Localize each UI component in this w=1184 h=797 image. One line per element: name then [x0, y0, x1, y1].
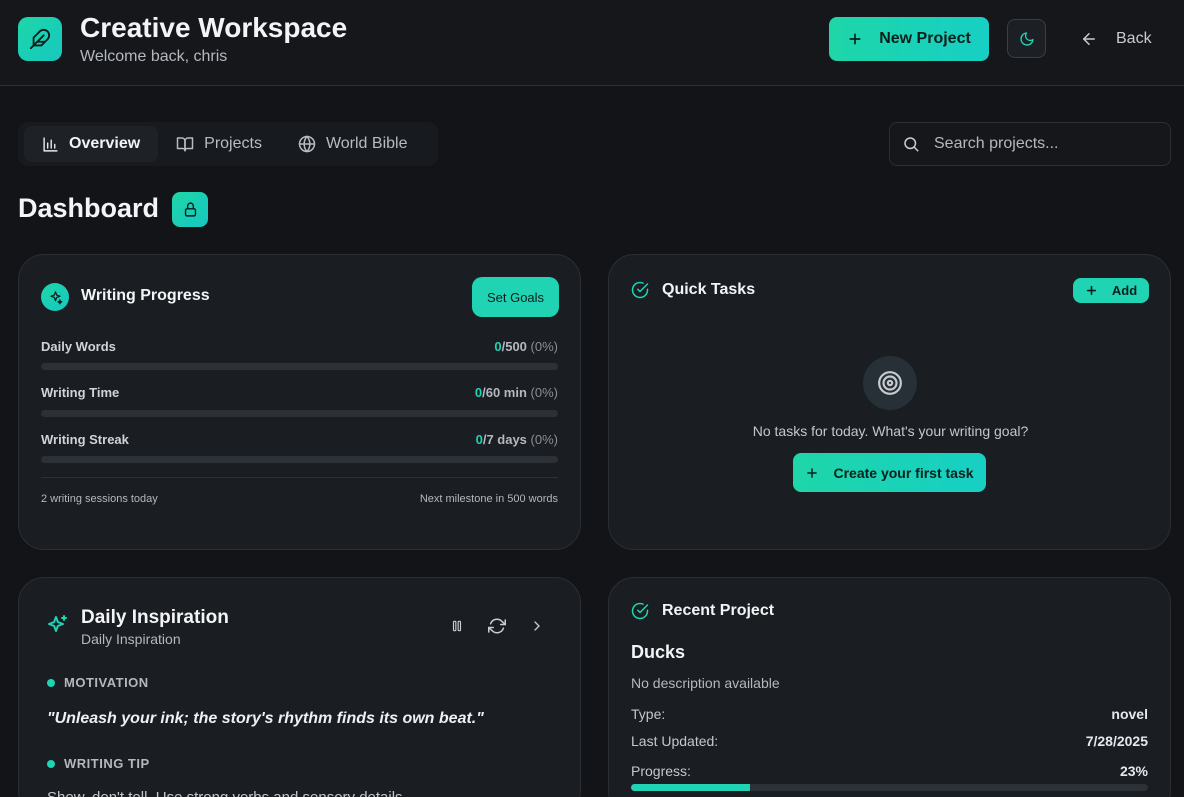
metric-value: 0/500 (0%)	[494, 339, 558, 354]
progress-label: Progress:	[631, 763, 691, 779]
app-header: Creative Workspace Welcome back, chris N…	[0, 0, 1184, 86]
arrow-left-icon	[1083, 32, 1095, 45]
plus-icon	[1086, 285, 1096, 296]
project-name[interactable]: Ducks	[631, 642, 685, 663]
milestone-text: Next milestone in 500 words	[419, 493, 558, 505]
type-value: novel	[1111, 706, 1148, 722]
tab-projects[interactable]: Projects	[158, 126, 280, 162]
create-task-label: Create your first task	[833, 464, 974, 481]
feather-icon	[29, 28, 51, 50]
search-box	[889, 122, 1171, 166]
welcome-text: Welcome back, chris	[80, 48, 228, 65]
metric-label: Writing Streak	[41, 432, 129, 447]
app-logo	[18, 17, 62, 61]
writing-streak-bar	[41, 456, 558, 463]
theme-toggle-button[interactable]	[1007, 19, 1046, 58]
plus-icon	[849, 33, 861, 45]
page-title: Dashboard	[18, 193, 160, 223]
daily-inspiration-card: Daily Inspiration Daily Inspiration MOTI…	[18, 577, 581, 797]
inspiration-title: Daily Inspiration	[81, 607, 229, 628]
app-title: Creative Workspace	[80, 12, 348, 43]
tab-overview-label: Overview	[69, 135, 141, 152]
type-label: Type:	[631, 706, 666, 722]
book-open-icon	[176, 137, 194, 152]
refresh-button[interactable]	[485, 614, 509, 638]
inspiration-subtitle: Daily Inspiration	[81, 631, 181, 647]
create-first-task-button[interactable]: Create your first task	[793, 453, 986, 492]
project-progress-bar	[631, 784, 1148, 791]
metric-label: Writing Time	[41, 385, 120, 400]
set-goals-button[interactable]: Set Goals	[472, 277, 559, 317]
moon-icon	[1019, 31, 1034, 46]
sparkles-icon	[50, 290, 62, 304]
back-label: Back	[1116, 29, 1152, 47]
metric-label: Daily Words	[41, 339, 116, 354]
project-description: No description available	[631, 675, 780, 691]
chevron-right-icon	[534, 621, 540, 631]
add-label: Add	[1111, 283, 1138, 298]
writing-time-bar	[41, 410, 558, 417]
writing-tip-text: Show, don't tell. Use strong verbs and s…	[47, 789, 407, 797]
tab-world-bible-label: World Bible	[325, 135, 408, 152]
recent-project-title: Recent Project	[662, 602, 775, 619]
motivation-label: MOTIVATION	[64, 675, 149, 690]
refresh-icon	[488, 618, 506, 634]
sparkles-icon	[48, 615, 67, 632]
metric-value: 0/60 min (0%)	[474, 385, 558, 400]
writing-tip-label: WRITING TIP	[64, 756, 150, 771]
main-tabs: Overview Projects World Bible	[18, 122, 438, 166]
updated-value: 7/28/2025	[1085, 733, 1148, 749]
bullet-dot	[47, 760, 55, 768]
daily-words-bar	[41, 363, 558, 370]
quick-tasks-card: Quick Tasks Add No tasks for today. What…	[608, 254, 1171, 550]
plus-icon	[807, 467, 818, 478]
updated-label: Last Updated:	[631, 733, 719, 749]
new-project-label: New Project	[879, 30, 971, 47]
tab-world-bible[interactable]: World Bible	[280, 126, 426, 162]
sessions-text: 2 writing sessions today	[41, 493, 158, 505]
lock-button[interactable]	[172, 192, 208, 227]
progress-fill	[631, 784, 750, 791]
quick-tasks-title: Quick Tasks	[662, 281, 756, 298]
globe-icon	[298, 135, 316, 153]
metric-value: 0/7 days (0%)	[475, 432, 558, 447]
writing-progress-card: Writing Progress Set Goals Daily Words 0…	[18, 254, 581, 550]
progress-value: 23%	[1119, 763, 1148, 779]
new-project-button[interactable]: New Project	[829, 17, 989, 61]
recent-project-card: Recent Project Ducks No description avai…	[608, 577, 1171, 797]
back-button[interactable]: Back	[1080, 19, 1170, 58]
writing-progress-title: Writing Progress	[81, 287, 210, 304]
tab-projects-label: Projects	[204, 135, 262, 152]
bullet-dot	[47, 679, 55, 687]
next-button[interactable]	[525, 614, 549, 638]
inspiration-quote: "Unleash your ink; the story's rhythm fi…	[47, 710, 484, 727]
target-badge	[863, 356, 917, 410]
tab-overview[interactable]: Overview	[24, 126, 159, 162]
empty-tasks-text: No tasks for today. What's your writing …	[752, 423, 1029, 439]
divider	[41, 477, 558, 478]
sparkles-badge	[41, 283, 69, 311]
add-task-button[interactable]: Add	[1073, 278, 1149, 303]
pause-button[interactable]	[445, 614, 469, 638]
search-icon	[904, 137, 919, 152]
search-input[interactable]	[934, 135, 1154, 153]
bar-chart-icon	[43, 136, 58, 152]
check-circle-icon	[631, 602, 649, 620]
target-icon	[878, 371, 902, 395]
check-circle-icon	[631, 281, 649, 299]
pause-icon	[452, 620, 462, 632]
lock-icon	[184, 202, 196, 217]
